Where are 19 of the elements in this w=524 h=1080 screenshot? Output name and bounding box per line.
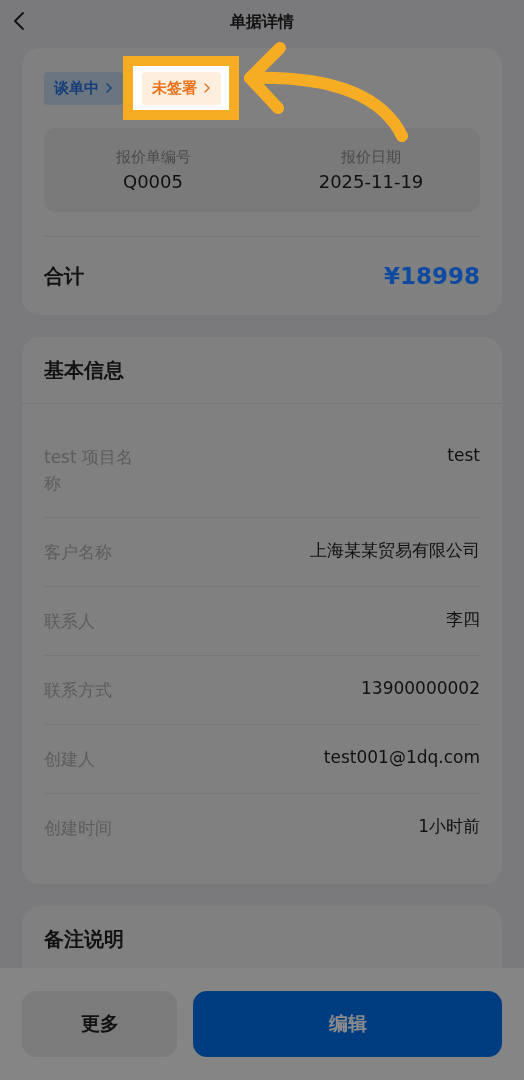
more-button[interactable]: 更多 <box>22 991 177 1057</box>
field-value: test001@1dq.com <box>323 746 480 768</box>
page-title: 单据详情 <box>230 11 294 33</box>
field-value: 1小时前 <box>418 815 480 837</box>
field-value: 13900000002 <box>361 677 480 699</box>
back-icon[interactable] <box>12 11 26 31</box>
total-amount: ¥18998 <box>383 263 480 289</box>
field-value: 2025-11-19 <box>318 171 424 192</box>
status-tag[interactable]: 未签署 <box>142 71 221 105</box>
section-title: 基本信息 <box>22 337 502 404</box>
chevron-icon <box>203 82 211 94</box>
chevron-icon <box>105 82 113 94</box>
total-label: 合计 <box>44 262 84 290</box>
field-value: 李四 <box>446 608 480 630</box>
field-value: test <box>447 444 480 466</box>
field-value: 上海某某贸易有限公司 <box>310 539 480 561</box>
field-value: Q0005 <box>123 171 183 192</box>
edit-button[interactable]: 编辑 <box>193 991 502 1057</box>
status-tag[interactable]: 谈单中 <box>44 71 123 105</box>
